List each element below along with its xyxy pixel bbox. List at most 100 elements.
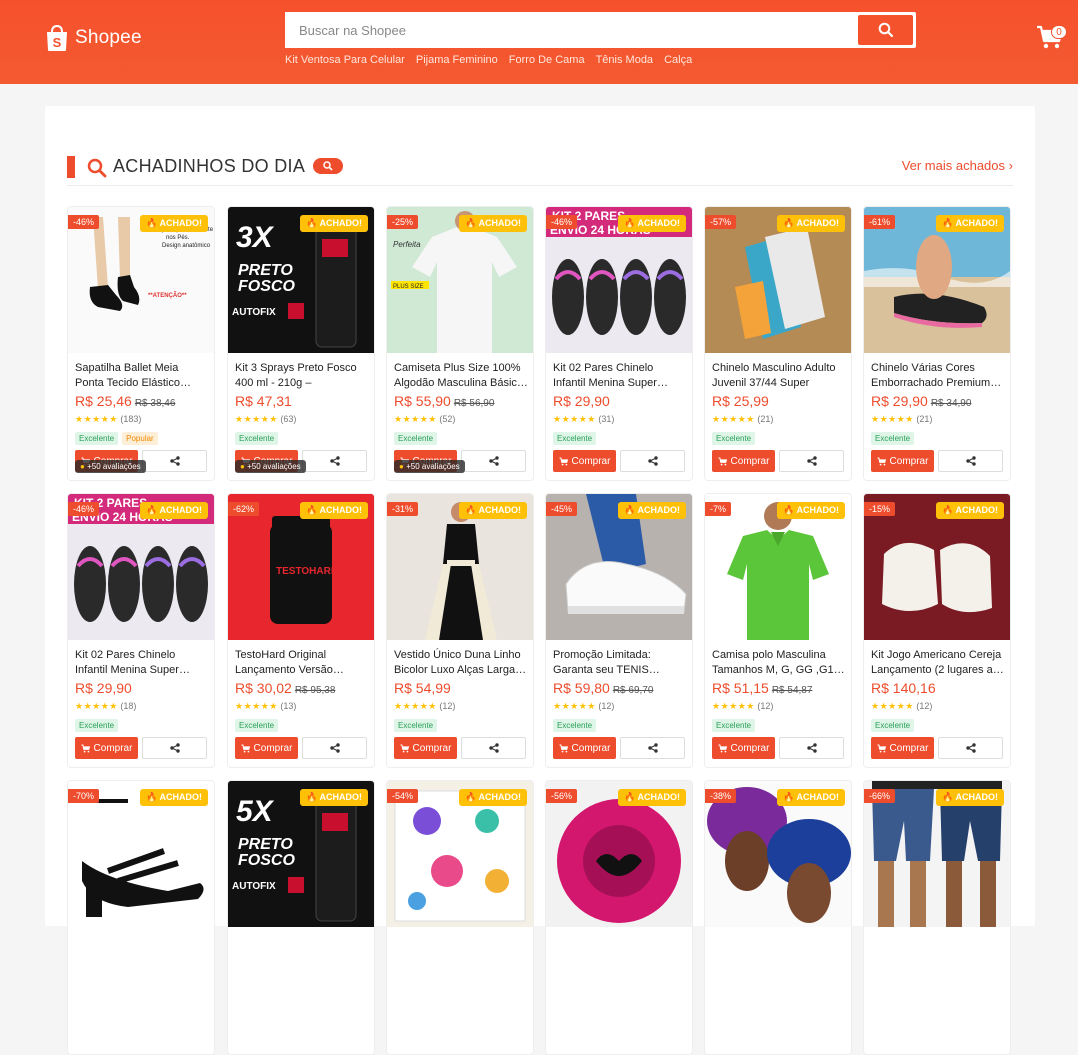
rating-stars: ★★★★★	[235, 414, 278, 424]
buy-button[interactable]: Comprar	[394, 737, 457, 759]
product-card[interactable]: KIT 2 PARES ENVIO 24 HORAS -46% 🔥 ACHADO! Ki…	[545, 206, 693, 481]
share-icon	[488, 456, 499, 466]
buy-label: Comprar	[253, 742, 293, 754]
current-price: R$ 55,90	[394, 393, 451, 409]
share-button[interactable]	[938, 450, 1003, 472]
share-button[interactable]	[938, 737, 1003, 759]
suggestion-link[interactable]: Tênis Moda	[596, 54, 653, 66]
buy-button[interactable]: Comprar	[235, 737, 298, 759]
product-name[interactable]: Sapatilha Ballet Meia Ponta Tecido Elást…	[75, 361, 209, 391]
cart-button[interactable]: 0	[1036, 24, 1067, 52]
share-icon	[647, 743, 658, 753]
share-button[interactable]	[461, 737, 526, 759]
cart-icon	[559, 744, 569, 753]
rating-stars: ★★★★★	[394, 701, 437, 711]
product-card[interactable]: -45% 🔥 ACHADO! Promoção Limitada: Garanta …	[545, 493, 693, 768]
product-card[interactable]: Ajusta perfeitamentenos Pés.Design anatô…	[67, 206, 215, 481]
svg-text:3X: 3X	[236, 221, 275, 254]
product-name[interactable]: Kit 3 Sprays Preto Fosco 400 ml - 210g –…	[235, 361, 369, 391]
search-input[interactable]	[285, 12, 858, 48]
discount-badge: -46%	[546, 215, 578, 229]
buy-button[interactable]: Comprar	[871, 737, 934, 759]
product-name[interactable]: Vestido Único Duna Linho Bicolor Luxo Al…	[394, 648, 528, 678]
achado-badge: 🔥 ACHADO!	[618, 502, 686, 519]
product-name[interactable]: Camiseta Plus Size 100% Algodão Masculin…	[394, 361, 528, 391]
product-card[interactable]: 5X PRETO FOSCO AUTOFIX 🔥 ACHADO!	[227, 780, 375, 1055]
product-card[interactable]: 3X PRETO FOSCO AUTOFIX 🔥 ACHADO! ● +50 avalia…	[227, 206, 375, 481]
buy-button[interactable]: Comprar	[553, 737, 616, 759]
chevron-right-icon: ›	[1008, 158, 1013, 173]
share-button[interactable]	[461, 450, 526, 472]
share-icon	[169, 456, 180, 466]
shopee-logo[interactable]: S Shopee	[45, 24, 142, 52]
product-tags: Excelente	[75, 719, 119, 732]
achado-badge: 🔥 ACHADO!	[140, 502, 208, 519]
product-card[interactable]: -38% 🔥 ACHADO!	[704, 780, 852, 1055]
share-button[interactable]	[142, 737, 207, 759]
share-button[interactable]	[779, 737, 844, 759]
product-rating: ★★★★★ (21)	[871, 414, 932, 425]
product-name[interactable]: Camisa polo Masculina Tamanhos M, G, GG …	[712, 648, 846, 678]
share-button[interactable]	[302, 737, 367, 759]
achado-badge: 🔥 ACHADO!	[300, 502, 368, 519]
search-bar	[285, 12, 916, 48]
product-card[interactable]: -31% 🔥 ACHADO! Vestido Único Duna Linho Bi…	[386, 493, 534, 768]
product-price: R$ 55,90 R$ 56,90	[394, 393, 494, 409]
product-name[interactable]: Chinelo Várias Cores Emborrachado Premiu…	[871, 361, 1005, 391]
svg-text:nos Pés.: nos Pés.	[166, 235, 190, 241]
product-tags: Excelente	[394, 432, 438, 445]
old-price: R$ 38,46	[134, 398, 176, 409]
share-button[interactable]	[620, 737, 685, 759]
product-card[interactable]: TESTOHARD -62% 🔥 ACHADO! TestoHard Original…	[227, 493, 375, 768]
cart-icon	[400, 744, 410, 753]
share-icon	[329, 456, 340, 466]
buy-button[interactable]: Comprar	[553, 450, 616, 472]
product-name[interactable]: TestoHard Original Lançamento Versão…	[235, 648, 369, 678]
buy-button[interactable]: Comprar	[871, 450, 934, 472]
share-button[interactable]	[142, 450, 207, 472]
suggestion-link[interactable]: Kit Ventosa Para Celular	[285, 54, 405, 66]
see-more-link[interactable]: Ver mais achados ›	[902, 158, 1013, 173]
section-title: ACHADINHOS DO DIA	[113, 156, 306, 176]
product-name[interactable]: Kit 02 Pares Chinelo Infantil Menina Sup…	[75, 648, 209, 678]
current-price: R$ 140,16	[871, 680, 936, 696]
product-card[interactable]: -57% 🔥 ACHADO! Chinelo Masculino Adulto Ju…	[704, 206, 852, 481]
share-button[interactable]	[620, 450, 685, 472]
achado-badge: 🔥 ACHADO!	[936, 502, 1004, 519]
product-card[interactable]: -66% 🔥 ACHADO!	[863, 780, 1011, 1055]
product-rating: ★★★★★ (183)	[75, 414, 141, 425]
suggestion-link[interactable]: Forro De Cama	[509, 54, 585, 66]
buy-button[interactable]: Comprar	[712, 737, 775, 759]
product-card[interactable]: -7% 🔥 ACHADO! Camisa polo Masculina Tamanh…	[704, 493, 852, 768]
share-button[interactable]	[779, 450, 844, 472]
suggestion-link[interactable]: Pijama Feminino	[416, 54, 498, 66]
buy-button[interactable]: Comprar	[712, 450, 775, 472]
product-card[interactable]: -70% 🔥 ACHADO!	[67, 780, 215, 1055]
buy-button[interactable]: Comprar	[75, 737, 138, 759]
product-name[interactable]: Chinelo Masculino Adulto Juvenil 37/44 S…	[712, 361, 846, 391]
product-card[interactable]: -15% 🔥 ACHADO! Kit Jogo Americano Cereja L…	[863, 493, 1011, 768]
product-card[interactable]: -56% 🔥 ACHADO!	[545, 780, 693, 1055]
achado-label: ACHADO!	[319, 792, 363, 802]
product-card[interactable]: KIT 2 PARES ENVIO 24 HORAS -46% 🔥 ACHADO! Ki…	[67, 493, 215, 768]
product-name[interactable]: Kit Jogo Americano Cereja Lançamento (2 …	[871, 648, 1005, 678]
product-rating: ★★★★★ (21)	[712, 414, 773, 425]
product-rating: ★★★★★ (12)	[871, 701, 932, 712]
achado-label: ACHADO!	[159, 218, 203, 228]
product-name[interactable]: Kit 02 Pares Chinelo Infantil Menina Sup…	[553, 361, 687, 391]
star-coin-icon: ●	[240, 462, 245, 471]
product-tags: Excelente	[235, 719, 279, 732]
product-card[interactable]: Perfeita PLUS SIZE -25% 🔥 ACHADO! ● +50 aval…	[386, 206, 534, 481]
product-card[interactable]: -61% 🔥 ACHADO! Chinelo Várias Cores Emborr…	[863, 206, 1011, 481]
discount-badge: -38%	[705, 789, 737, 803]
fire-icon: 🔥	[465, 218, 477, 228]
product-rating: ★★★★★ (13)	[235, 701, 296, 712]
rating-stars: ★★★★★	[712, 701, 755, 711]
suggestion-link[interactable]: Calça	[664, 54, 692, 66]
share-button[interactable]	[302, 450, 367, 472]
svg-text:FOSCO: FOSCO	[238, 278, 295, 295]
product-name[interactable]: Promoção Limitada: Garanta seu TENIS…	[553, 648, 687, 678]
current-price: R$ 54,99	[394, 680, 451, 696]
product-card[interactable]: -54% 🔥 ACHADO!	[386, 780, 534, 1055]
search-button[interactable]	[858, 15, 913, 45]
